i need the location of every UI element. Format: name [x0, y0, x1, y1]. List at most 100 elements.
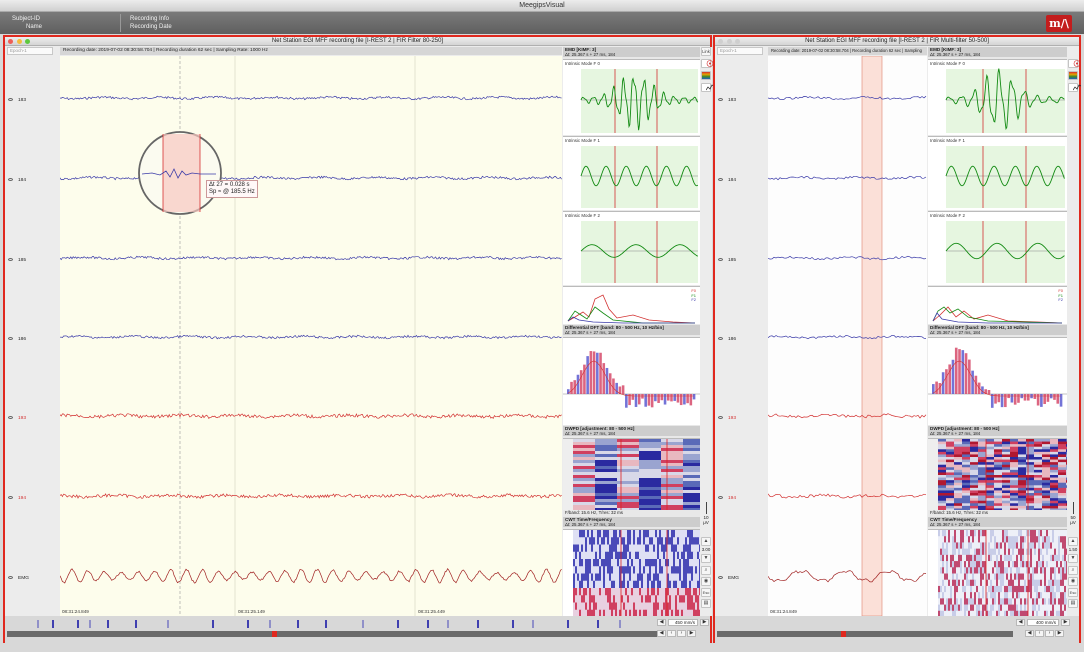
channel-label[interactable]: 193	[718, 416, 766, 421]
heat-cell	[1010, 467, 1019, 471]
app-logo[interactable]: m/\	[1046, 15, 1072, 32]
head-map-icon[interactable]	[701, 59, 714, 68]
heat-cell	[669, 602, 672, 611]
speed-down-button[interactable]: ◀	[1016, 619, 1025, 626]
imf-panel-2[interactable]: Intrinsic Mode F 2	[563, 211, 700, 285]
channel-label[interactable]: 194	[718, 496, 766, 501]
channel-label[interactable]: EMG	[8, 576, 56, 581]
amp-up-button[interactable]: ▲	[1068, 537, 1078, 546]
cwt-panel[interactable]	[928, 529, 1067, 617]
dft-panel[interactable]	[563, 337, 700, 425]
dft-bar	[1010, 394, 1014, 403]
timeline-scrollbar[interactable]	[717, 631, 1013, 637]
eye-icon[interactable]	[718, 576, 723, 580]
channel-label[interactable]: EMG	[718, 576, 766, 581]
channel-label[interactable]: 193	[8, 416, 56, 421]
eye-icon[interactable]	[8, 496, 13, 500]
heat-cell	[605, 530, 608, 538]
last-page-button[interactable]: ▶	[1055, 630, 1064, 637]
eye-icon[interactable]	[718, 258, 723, 262]
channel-label[interactable]: 185	[8, 258, 56, 263]
channel-label[interactable]: 186	[718, 337, 766, 342]
minimize-icon[interactable]	[16, 39, 22, 44]
next-page-button[interactable]: ›	[677, 630, 686, 637]
heat-cell	[589, 566, 592, 574]
left-signal-plot[interactable]: Δt 27 = 0.028 s Sp ≈ @ 185.5 Hz 08:31:24…	[60, 56, 562, 616]
dwpd-panel[interactable]	[928, 438, 1067, 511]
minimize-icon[interactable]	[726, 39, 732, 44]
epoch-select[interactable]: Epoch-1	[717, 47, 763, 55]
heat-cell	[1064, 542, 1067, 549]
prev-page-button[interactable]: ‹	[667, 630, 676, 637]
selection-magnifier[interactable]	[60, 56, 562, 616]
print-icon[interactable]: ▤	[1068, 599, 1078, 608]
channel-label[interactable]: 185	[718, 258, 766, 263]
zoom-window-icon[interactable]	[735, 39, 741, 44]
eye-icon[interactable]	[718, 178, 723, 182]
timeline-scrollbar[interactable]	[7, 631, 657, 637]
chart-icon[interactable]	[1068, 83, 1081, 92]
close-icon[interactable]	[718, 39, 723, 44]
event-markers[interactable]	[7, 620, 657, 628]
speed-up-button[interactable]: ▶	[1061, 619, 1070, 626]
eye-icon[interactable]	[718, 98, 723, 102]
head-map-icon[interactable]	[1068, 59, 1081, 68]
amp-down-button[interactable]: ▼	[1068, 554, 1078, 563]
eye-icon[interactable]	[718, 416, 723, 420]
imf-spectrum-panel[interactable]: F0 F1 F2	[928, 286, 1067, 324]
eye-icon[interactable]	[8, 98, 13, 102]
speed-up-button[interactable]: ▶	[700, 619, 709, 626]
channel-label[interactable]: 184	[718, 178, 766, 183]
eye-icon[interactable]	[718, 496, 723, 500]
eye-icon[interactable]	[8, 576, 13, 580]
eye-icon[interactable]	[8, 258, 13, 262]
eye-icon[interactable]	[8, 337, 13, 341]
eye-icon[interactable]	[8, 416, 13, 420]
cwt-panel[interactable]	[563, 529, 700, 617]
eye-icon[interactable]: ◉	[1068, 577, 1078, 586]
zoom-icon[interactable]: ⌕	[1068, 566, 1078, 575]
right-signal-plot[interactable]: 08:31:24.849	[768, 56, 927, 616]
print-icon[interactable]: ▤	[701, 599, 711, 608]
epoch-select[interactable]: Epoch-1	[7, 47, 53, 55]
amp-up-button[interactable]: ▲	[701, 537, 711, 546]
chart-icon[interactable]	[701, 83, 714, 92]
link-button[interactable]: Link	[701, 47, 711, 56]
last-page-button[interactable]: ▶	[687, 630, 696, 637]
imf-panel-1[interactable]: Intrinsic Mode F 1	[928, 136, 1067, 210]
next-page-button[interactable]: ›	[1045, 630, 1054, 637]
channel-label[interactable]: 194	[8, 496, 56, 501]
speed-down-button[interactable]: ◀	[657, 619, 666, 626]
prev-page-button[interactable]: ‹	[1035, 630, 1044, 637]
scroll-thumb[interactable]	[841, 631, 846, 637]
esc-button[interactable]: Esc	[701, 588, 711, 597]
heat-cell	[639, 460, 662, 464]
amp-down-button[interactable]: ▼	[701, 554, 711, 563]
channel-label[interactable]: 183	[8, 98, 56, 103]
zoom-window-icon[interactable]	[25, 39, 31, 44]
channel-label[interactable]: 184	[8, 178, 56, 183]
selection-window[interactable]	[861, 56, 883, 616]
spectrum-icon[interactable]	[701, 71, 711, 80]
imf-spectrum-panel[interactable]: F0 F1 F2	[563, 286, 700, 324]
eye-icon[interactable]	[8, 178, 13, 182]
eye-icon[interactable]	[718, 337, 723, 341]
close-icon[interactable]	[8, 39, 13, 44]
dft-panel[interactable]	[928, 337, 1067, 425]
spectrum-icon[interactable]	[1068, 71, 1078, 80]
channel-label[interactable]: 186	[8, 337, 56, 342]
esc-button[interactable]: Esc	[1068, 588, 1078, 597]
scroll-thumb[interactable]	[272, 631, 277, 637]
eye-icon[interactable]: ◉	[701, 577, 711, 586]
heat-cell	[956, 604, 959, 612]
first-page-button[interactable]: ◀	[1025, 630, 1034, 637]
imf-panel-0[interactable]: Intrinsic Mode F 0	[563, 59, 700, 135]
imf-panel-2[interactable]: Intrinsic Mode F 2	[928, 211, 1067, 285]
first-page-button[interactable]: ◀	[657, 630, 666, 637]
dwpd-panel[interactable]	[563, 438, 700, 511]
imf-panel-0[interactable]: Intrinsic Mode F 0	[928, 59, 1067, 135]
zoom-icon[interactable]: ⌕	[701, 566, 711, 575]
imf-panel-1[interactable]: Intrinsic Mode F 1	[563, 136, 700, 210]
channel-label[interactable]: 183	[718, 98, 766, 103]
heat-cell	[958, 542, 961, 549]
